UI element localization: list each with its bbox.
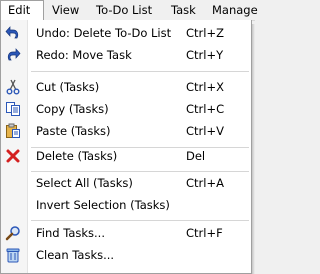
menu-item-copy[interactable]: Copy (Tasks) Ctrl+C — [1, 98, 251, 120]
select-all-label: Select All (Tasks) — [36, 176, 133, 190]
menu-edit[interactable]: Edit — [0, 0, 44, 20]
menu-item-paste[interactable]: Paste (Tasks) Ctrl+V — [1, 120, 251, 142]
copy-shortcut: Ctrl+C — [186, 102, 225, 116]
menu-task[interactable]: Task — [171, 0, 196, 20]
separator — [31, 71, 249, 72]
menu-manage[interactable]: Manage — [212, 0, 258, 20]
undo-label: Undo: Delete To-Do List — [36, 26, 172, 40]
menu-item-select-all[interactable]: Select All (Tasks) Ctrl+A — [1, 172, 251, 194]
delete-shortcut: Del — [186, 149, 206, 163]
menu-bar: Edit View To-Do List Task Manage — [0, 0, 258, 21]
menu-item-find-tasks[interactable]: Find Tasks... Ctrl+F — [1, 222, 251, 244]
redo-shortcut: Ctrl+Y — [186, 48, 224, 62]
redo-icon — [7, 48, 21, 61]
paste-label: Paste (Tasks) — [36, 124, 111, 138]
menu-todo-list[interactable]: To-Do List — [96, 0, 152, 20]
menu-item-undo[interactable]: Undo: Delete To-Do List Ctrl+Z — [1, 22, 251, 44]
menu-view[interactable]: View — [52, 0, 79, 20]
menu-item-redo[interactable]: Redo: Move Task Ctrl+Y — [1, 44, 251, 66]
undo-icon — [5, 26, 19, 39]
separator — [31, 220, 249, 221]
clean-tasks-label: Clean Tasks... — [36, 248, 115, 262]
red-x-icon — [6, 149, 20, 163]
scissors-icon — [6, 79, 20, 95]
copy-label: Copy (Tasks) — [36, 102, 109, 116]
redo-label: Redo: Move Task — [36, 48, 132, 62]
menu-item-clean-tasks[interactable]: Clean Tasks... — [1, 244, 251, 266]
edit-dropdown-menu: Undo: Delete To-Do List Ctrl+Z Redo: Mov… — [0, 20, 252, 274]
copy-icon — [6, 102, 20, 116]
undo-shortcut: Ctrl+Z — [186, 26, 224, 40]
clipboard-icon — [6, 123, 20, 138]
delete-label: Delete (Tasks) — [36, 149, 118, 163]
cut-shortcut: Ctrl+X — [186, 80, 224, 94]
trash-can-icon — [6, 248, 20, 263]
menu-item-cut[interactable]: Cut (Tasks) Ctrl+X — [1, 76, 251, 98]
invert-selection-label: Invert Selection (Tasks) — [36, 198, 170, 212]
menu-item-delete[interactable]: Delete (Tasks) Del — [1, 145, 251, 167]
paste-shortcut: Ctrl+V — [186, 124, 224, 138]
menu-shadow — [252, 24, 255, 274]
find-tasks-label: Find Tasks... — [36, 226, 105, 240]
select-all-shortcut: Ctrl+A — [186, 176, 224, 190]
menu-item-invert-selection[interactable]: Invert Selection (Tasks) — [1, 194, 251, 216]
magnifier-icon — [5, 226, 20, 241]
find-tasks-shortcut: Ctrl+F — [186, 226, 223, 240]
cut-label: Cut (Tasks) — [36, 80, 100, 94]
